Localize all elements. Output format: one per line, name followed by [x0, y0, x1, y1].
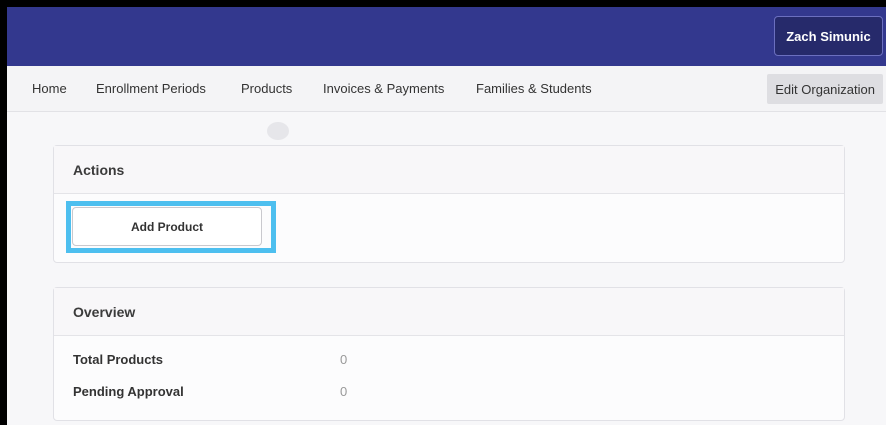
- user-menu-button[interactable]: Zach Simunic: [774, 16, 883, 56]
- nav-item-home[interactable]: Home: [32, 66, 67, 111]
- overview-row-label: Total Products: [73, 351, 164, 367]
- overview-row: Pending Approval 0: [73, 380, 833, 402]
- nav-item-families-students[interactable]: Families & Students: [476, 66, 592, 111]
- overview-card: Overview Total Products 0 Pending Approv…: [53, 287, 845, 421]
- overview-row-value: 0: [340, 351, 348, 367]
- decorative-blob: [267, 122, 289, 140]
- main-content: Actions Add Product Overview Total Produ…: [7, 112, 886, 425]
- overview-row: Total Products 0: [73, 348, 833, 370]
- overview-row-label: Pending Approval: [73, 383, 184, 399]
- actions-card: Actions Add Product: [53, 145, 845, 263]
- app-window: Zach Simunic Home Enrollment Periods Pro…: [0, 0, 886, 425]
- actions-card-title: Actions: [54, 146, 844, 194]
- add-product-button[interactable]: Add Product: [72, 207, 262, 246]
- edit-organization-button[interactable]: Edit Organization: [767, 74, 883, 104]
- nav-item-invoices-payments[interactable]: Invoices & Payments: [323, 66, 444, 111]
- main-nav: Home Enrollment Periods Products Invoice…: [7, 66, 886, 112]
- nav-item-products[interactable]: Products: [241, 66, 292, 111]
- overview-row-value: 0: [340, 383, 348, 399]
- overview-card-title: Overview: [54, 288, 844, 336]
- top-header-bar: Zach Simunic: [7, 7, 886, 66]
- nav-item-enrollment-periods[interactable]: Enrollment Periods: [96, 66, 206, 111]
